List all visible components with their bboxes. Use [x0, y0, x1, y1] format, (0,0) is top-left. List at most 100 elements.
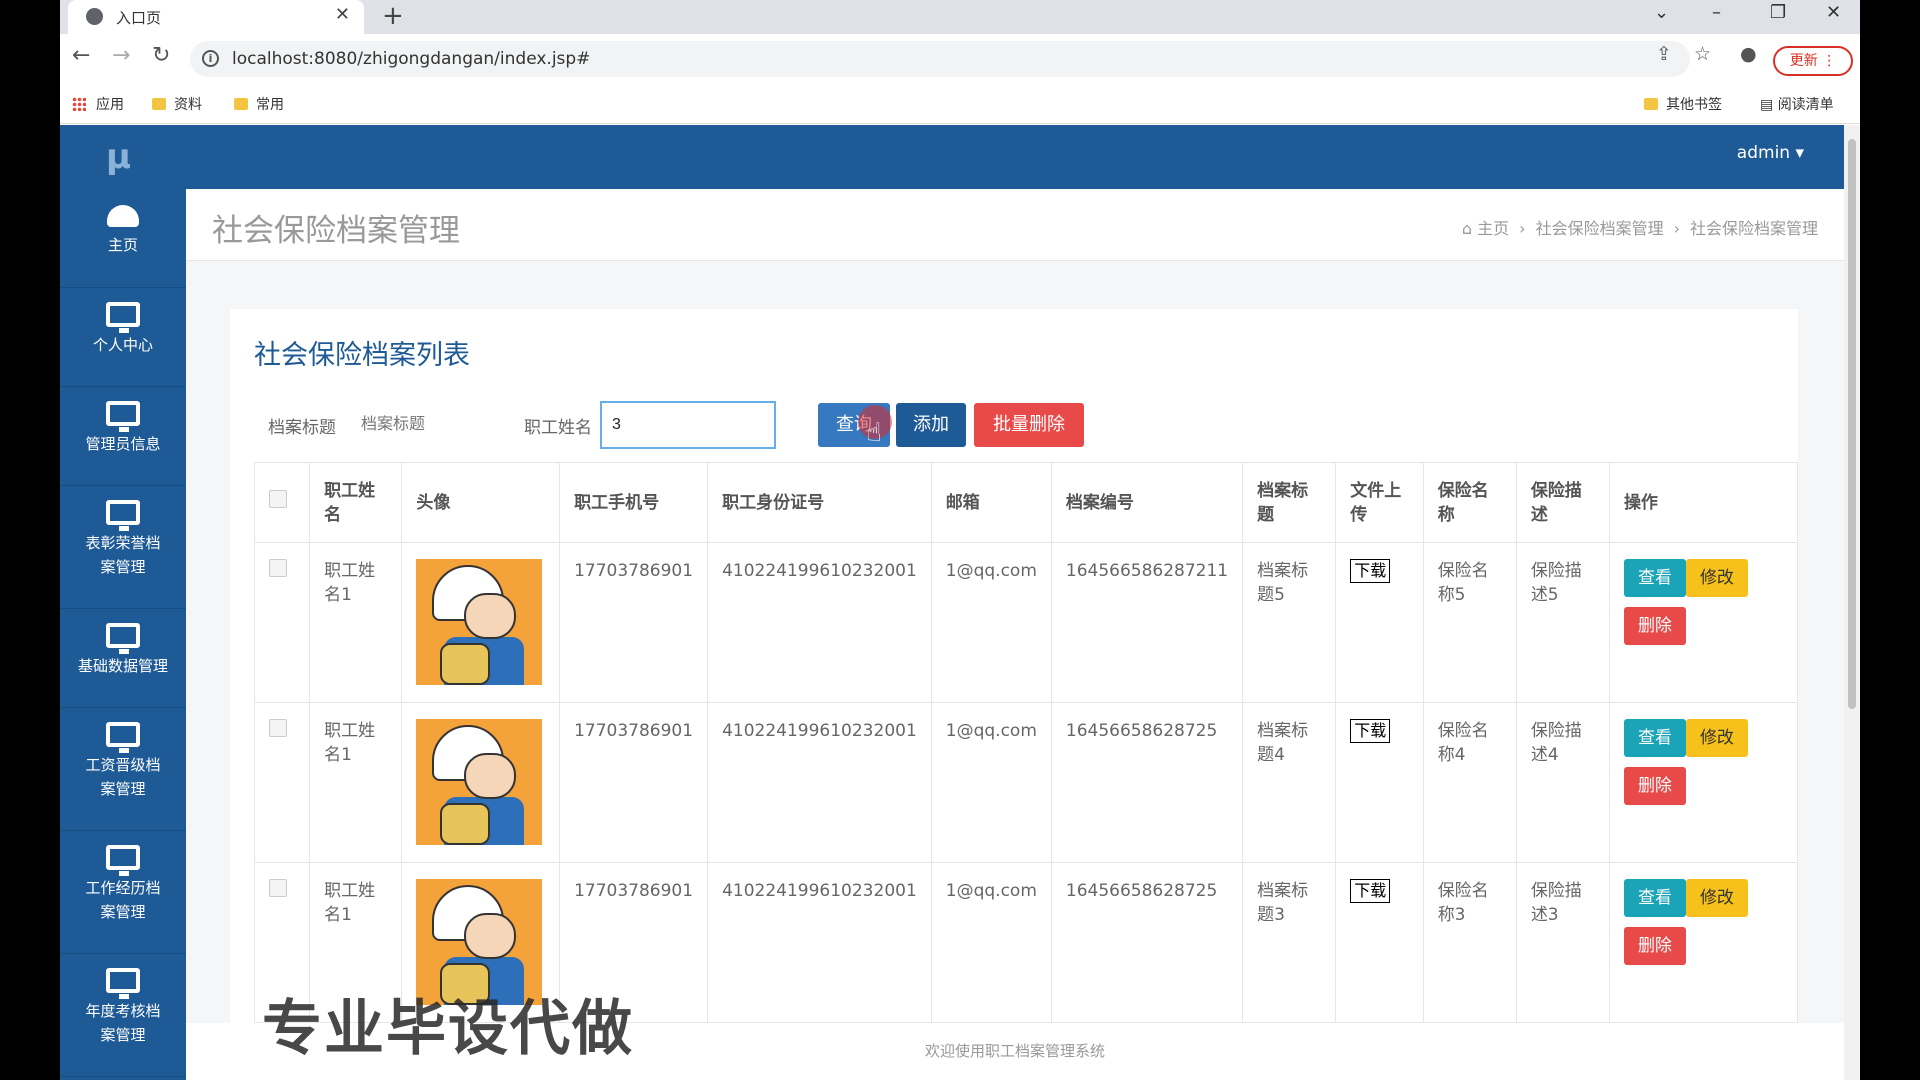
- edit-button[interactable]: 修改: [1685, 719, 1748, 757]
- archive-title-input[interactable]: [350, 401, 500, 449]
- cell-file: 下载: [1335, 702, 1424, 863]
- view-button[interactable]: 查看: [1623, 879, 1686, 917]
- edit-button[interactable]: 修改: [1685, 879, 1748, 917]
- employee-name-input[interactable]: [600, 401, 776, 449]
- cell-avatar: [401, 702, 561, 863]
- cell-employee-name: 职工姓名1: [309, 702, 403, 863]
- reload-icon[interactable]: ↻: [152, 43, 170, 68]
- cell-avatar: [401, 542, 561, 703]
- delete-button[interactable]: 删除: [1623, 607, 1686, 645]
- delete-button[interactable]: 删除: [1623, 927, 1686, 965]
- new-tab-icon[interactable]: +: [382, 1, 404, 31]
- cell-archive-code: 16456658628725: [1050, 702, 1244, 863]
- sidebar-item-basic-data[interactable]: 基础数据管理: [60, 609, 186, 708]
- info-icon[interactable]: i: [202, 50, 219, 67]
- row-checkbox[interactable]: [269, 559, 287, 577]
- cell-file: 下载: [1335, 542, 1424, 703]
- col-employee-name: 职工姓名: [309, 462, 403, 543]
- minimize-icon[interactable]: –: [1712, 2, 1721, 23]
- bookmark-folder-ziliao[interactable]: 资料: [152, 94, 202, 114]
- row-select-cell: [253, 542, 311, 703]
- delete-button[interactable]: 删除: [1623, 767, 1686, 805]
- col-archive-code: 档案编号: [1050, 462, 1244, 543]
- row-checkbox[interactable]: [269, 719, 287, 737]
- breadcrumb-home[interactable]: 主页: [1477, 219, 1509, 238]
- address-bar[interactable]: i localhost:8080/zhigongdangan/index.jsp…: [190, 41, 1690, 77]
- back-icon[interactable]: ←: [72, 43, 90, 68]
- breadcrumb-section[interactable]: 社会保险档案管理: [1536, 219, 1664, 238]
- bookmarks-bar: 应用 资料 常用 其他书签 ▤ 阅读清单: [60, 84, 1860, 124]
- monitor-icon: [106, 302, 140, 333]
- folder-icon: [1644, 98, 1658, 110]
- cell-insurance-name: 保险名称4: [1422, 702, 1517, 863]
- reading-list-icon: ▤: [1760, 97, 1778, 113]
- page-scrollbar[interactable]: [1844, 125, 1860, 1080]
- watermark-text: 专业毕设代做: [262, 994, 634, 1064]
- user-menu[interactable]: admin ▾: [1737, 143, 1804, 163]
- view-button[interactable]: 查看: [1623, 559, 1686, 597]
- sidebar-item-annual-review[interactable]: 年度考核档案管理: [60, 954, 186, 1077]
- apps-grid-icon: [72, 97, 86, 111]
- sidebar-item-honor-archive[interactable]: 表彰荣誉档案管理: [60, 486, 186, 609]
- bookmark-star-icon[interactable]: ☆: [1694, 43, 1711, 65]
- bookmark-apps[interactable]: 应用: [72, 94, 124, 114]
- avatar: [416, 559, 543, 685]
- restore-icon[interactable]: ❐: [1770, 2, 1786, 23]
- reading-list[interactable]: ▤ 阅读清单: [1760, 94, 1834, 114]
- breadcrumb: ⌂ 主页 › 社会保险档案管理 › 社会保险档案管理: [1462, 215, 1818, 239]
- col-archive-title: 档案标题: [1242, 462, 1337, 543]
- avatar: [416, 719, 543, 845]
- table-row: 职工姓名1 17703786901 410224199610232001 1@q…: [253, 702, 1799, 863]
- download-link[interactable]: 下载: [1350, 719, 1391, 743]
- download-link[interactable]: 下载: [1350, 879, 1391, 903]
- sidebar-item-salary-archive[interactable]: 工资晋级档案管理: [60, 708, 186, 831]
- scrollbar-thumb[interactable]: [1848, 139, 1856, 709]
- cell-email: 1@qq.com: [930, 542, 1052, 703]
- edit-button[interactable]: 修改: [1685, 559, 1748, 597]
- cell-phone: 17703786901: [559, 542, 709, 703]
- tab-strip: 入口页 ✕ + ⌄ – ❐ ✕: [60, 0, 1860, 34]
- forward-icon[interactable]: →: [112, 43, 130, 68]
- globe-icon: [86, 8, 103, 25]
- update-button[interactable]: 更新 ⋮: [1773, 46, 1853, 76]
- cell-file: 下载: [1335, 862, 1424, 1023]
- sidebar-item-home[interactable]: 主页: [60, 189, 186, 288]
- cell-insurance-desc: 保险描述3: [1515, 862, 1610, 1023]
- sidebar-item-work-history[interactable]: 工作经历档案管理: [60, 831, 186, 954]
- profile-icon[interactable]: ●: [1740, 43, 1757, 65]
- cell-actions: 查看 修改 删除: [1608, 542, 1799, 703]
- dashboard-icon: [107, 205, 139, 227]
- app-topbar: μ admin ▾: [60, 125, 1844, 189]
- bookmark-other[interactable]: 其他书签: [1644, 94, 1722, 114]
- batch-delete-button[interactable]: 批量删除: [974, 403, 1084, 447]
- list-card: 社会保险档案列表 档案标题 职工姓名 查询 添加 批量删除 职工姓名 头像 职工…: [230, 309, 1799, 1080]
- download-link[interactable]: 下载: [1350, 559, 1391, 583]
- monitor-icon: [106, 722, 140, 753]
- col-insurance-name: 保险名称: [1422, 462, 1517, 543]
- cell-archive-title: 档案标题4: [1242, 702, 1337, 863]
- sidebar-item-admin-info[interactable]: 管理员信息: [60, 387, 186, 486]
- archive-table: 职工姓名 头像 职工手机号 职工身份证号 邮箱 档案编号 档案标题 文件上传 保…: [253, 462, 1799, 1023]
- view-button[interactable]: 查看: [1623, 719, 1686, 757]
- row-checkbox[interactable]: [269, 879, 287, 897]
- breadcrumb-current: 社会保险档案管理: [1689, 219, 1818, 238]
- select-all-checkbox[interactable]: [269, 490, 287, 508]
- close-window-icon[interactable]: ✕: [1826, 2, 1841, 23]
- page-header: 社会保险档案管理 ⌂ 主页 › 社会保险档案管理 › 社会保险档案管理: [186, 189, 1844, 261]
- add-button[interactable]: 添加: [896, 403, 966, 447]
- cell-email: 1@qq.com: [930, 702, 1052, 863]
- row-select-cell: [253, 702, 311, 863]
- cell-email: 1@qq.com: [930, 862, 1052, 1023]
- tab-search-icon[interactable]: ⌄: [1654, 2, 1669, 23]
- folder-icon: [234, 98, 248, 110]
- col-file-upload: 文件上传: [1335, 462, 1424, 543]
- browser-tab[interactable]: 入口页 ✕: [68, 0, 364, 34]
- bookmark-folder-changyong[interactable]: 常用: [234, 94, 284, 114]
- app-logo: μ: [106, 137, 132, 177]
- monitor-icon: [106, 968, 140, 999]
- sidebar-item-personal-center[interactable]: 个人中心: [60, 288, 186, 387]
- cell-archive-code: 16456658628725: [1050, 862, 1244, 1023]
- share-icon[interactable]: ⇪: [1656, 43, 1672, 65]
- cell-phone: 17703786901: [559, 702, 709, 863]
- close-tab-icon[interactable]: ✕: [335, 4, 350, 25]
